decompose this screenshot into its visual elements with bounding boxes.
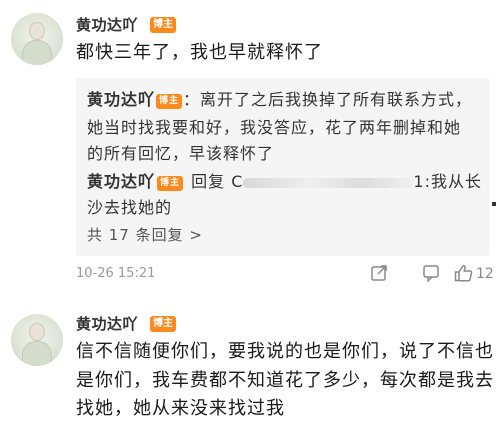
reply-text-2: 1:我从长	[413, 172, 482, 191]
reply-line-5: 沙去找她的	[87, 198, 173, 217]
reply-username[interactable]: 黄功达吖	[87, 172, 155, 191]
blogger-badge: 博主	[150, 316, 176, 332]
reply-username[interactable]: 黄功达吖	[87, 90, 155, 109]
like-count: 12	[476, 266, 494, 282]
reply-text-1: ：离开了之后我换掉了所有联系方式，	[183, 90, 473, 109]
edge-mark	[492, 202, 496, 206]
blogger-badge: 博主	[150, 17, 176, 33]
avatar-head	[29, 22, 45, 40]
avatar[interactable]	[11, 314, 63, 366]
reply-line-3: 的所有回忆，早该释怀了	[87, 144, 275, 163]
like-icon[interactable]	[454, 264, 473, 286]
avatar-body	[22, 341, 52, 366]
comment-text-line-1: 信不信随便你们，要我说的也是你们，说了不信也	[76, 341, 494, 362]
reply-prefix: 回复	[191, 172, 226, 191]
comment-text-line-2: 是你们，我车费都不知道花了多少，每次都是我去	[76, 370, 494, 391]
avatar-head	[29, 323, 45, 341]
comment-icon[interactable]	[422, 264, 440, 286]
username[interactable]: 黄功达吖	[76, 14, 138, 35]
avatar[interactable]	[11, 13, 63, 65]
comment-time: 10-26 15:21	[76, 266, 156, 281]
redacted-username	[243, 177, 414, 188]
blogger-badge: 博主	[157, 176, 184, 191]
blogger-badge: 博主	[156, 94, 183, 109]
username[interactable]: 黄功达吖	[76, 313, 138, 334]
reply-line-4: 黄功达吖 博主 回复 C 1:我从长	[87, 168, 482, 196]
avatar-body	[22, 40, 52, 65]
more-replies-link[interactable]: 共 17 条回复 >	[87, 224, 203, 245]
reply-box[interactable]: 黄功达吖 博主 ：离开了之后我换掉了所有联系方式， 她当时找我要和好，我没答应，花了…	[76, 78, 490, 256]
share-icon[interactable]	[370, 264, 388, 286]
reply-line-1: 黄功达吖 博主 ：离开了之后我换掉了所有联系方式，	[87, 86, 472, 114]
comment-text: 都快三年了，我也早就释怀了	[76, 42, 323, 63]
reply-target-start: C	[231, 172, 244, 191]
reply-line-2: 她当时找我要和好，我没答应，花了两年删掉和她	[87, 118, 462, 137]
comment-text-line-3: 找她，她从来没来找过我	[76, 398, 285, 419]
